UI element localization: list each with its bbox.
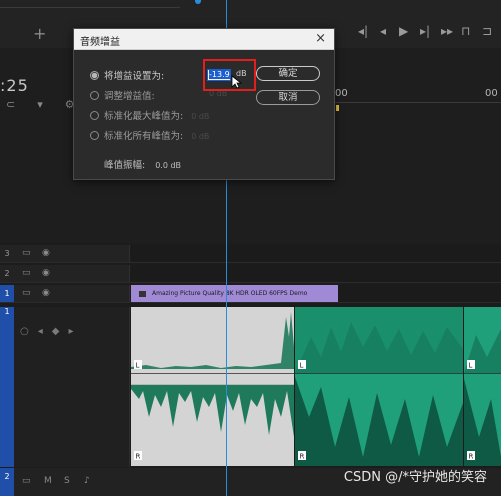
eye-icon[interactable]: ◉ <box>42 268 50 278</box>
mic-icon[interactable]: ♪ <box>84 476 90 486</box>
eye-icon[interactable]: ◉ <box>42 248 50 258</box>
add-icon[interactable]: + <box>33 24 46 43</box>
film-icon[interactable]: ▭ <box>22 288 31 298</box>
ruler-line <box>335 102 501 103</box>
track-header: 3 ▭ ◉ <box>0 245 130 262</box>
track-lane[interactable] <box>131 245 501 262</box>
track-lane[interactable] <box>131 265 501 282</box>
clip-title: Amazing Picture Quality 8K HDR OLED 60FP… <box>152 290 308 297</box>
track-row-v2: 2 ▭ ◉ <box>0 265 501 283</box>
film-icon[interactable]: ▭ <box>22 268 31 278</box>
mute-icon[interactable]: M <box>44 476 52 486</box>
track-label[interactable]: 1 <box>0 285 14 302</box>
fx-badge-icon <box>139 290 146 297</box>
eye-icon[interactable]: ◉ <box>42 288 50 298</box>
track-label[interactable]: 2 <box>0 265 14 282</box>
track-label[interactable]: 2 <box>0 468 14 496</box>
cancel-button[interactable]: 取消 <box>256 90 320 105</box>
dialog-title: 音频增益 <box>80 37 120 48</box>
snap-icon[interactable]: ⊂ <box>6 98 15 111</box>
channel-label: R <box>469 453 474 461</box>
keyframe-icon[interactable]: ○ <box>20 326 29 337</box>
channel-label: L <box>136 362 140 370</box>
peak-amplitude: 峰值振幅: 0.0 dB <box>104 157 181 171</box>
audio-clips[interactable]: L R L R L R <box>131 307 501 467</box>
film-icon[interactable]: ▭ <box>22 476 31 486</box>
audio-track-controls: ○ ◂ ◆ ▸ <box>20 326 74 337</box>
peak-label: 峰值振幅: <box>104 160 146 171</box>
ruler-label: 00 <box>485 88 498 99</box>
prev-keyframe-icon[interactable]: ◂ <box>38 326 43 337</box>
step-forward-icon[interactable]: ▸| <box>420 24 430 38</box>
marker-icon[interactable]: ▾ <box>37 98 43 111</box>
radio-icon[interactable] <box>90 131 99 140</box>
option-value: 0 dB <box>191 132 210 141</box>
radio-icon[interactable] <box>90 91 99 100</box>
in-point-marker <box>336 105 339 111</box>
highlight-annotation <box>203 59 256 91</box>
solo-icon[interactable]: S <box>64 476 70 486</box>
overwrite-icon[interactable]: ⊐ <box>482 24 492 38</box>
timeline-tools: ⊂ ▾ ⚙ <box>6 98 75 111</box>
insert-icon[interactable]: ⊓ <box>461 24 470 38</box>
track-header: 2 ▭ ◉ <box>0 265 130 282</box>
add-keyframe-icon[interactable]: ◆ <box>52 326 60 337</box>
option-label: 标准化最大峰值为: <box>104 111 184 122</box>
track-label[interactable]: 3 <box>0 245 14 262</box>
option-label: 将增益设置为: <box>104 71 165 82</box>
mini-ruler <box>0 0 180 8</box>
channel-label: L <box>469 362 473 370</box>
audio-gain-dialog: 音频增益 × 将增益设置为: 调整增益值: 标准化最大峰值为: 0 dB 标准化所… <box>73 28 335 180</box>
option-normalize-all[interactable]: 标准化所有峰值为: 0 dB <box>90 128 209 142</box>
premiere-window: + ◂| ◂ ▶ ▸| ▸▸ ⊓ ⊐ :25 ⊂ ▾ ⚙ 00 00 3 ▭ ◉… <box>0 0 501 496</box>
ok-button[interactable]: 确定 <box>256 66 320 81</box>
timeline-timecode[interactable]: :25 <box>0 76 29 95</box>
option-label: 调整增益值: <box>104 91 155 102</box>
step-back-icon[interactable]: ◂ <box>380 24 386 38</box>
option-adjust-gain[interactable]: 调整增益值: <box>90 88 155 102</box>
channel-label: R <box>300 453 305 461</box>
peak-value: 0.0 dB <box>155 161 182 170</box>
option-normalize-max[interactable]: 标准化最大峰值为: 0 dB <box>90 108 209 122</box>
next-keyframe-icon[interactable]: ▸ <box>68 326 73 337</box>
play-icon[interactable]: ▶ <box>399 24 408 38</box>
ruler-label: 00 <box>335 88 348 99</box>
video-clip[interactable]: Amazing Picture Quality 8K HDR OLED 60FP… <box>131 285 338 302</box>
channel-label: R <box>136 453 141 461</box>
mark-in-icon[interactable]: ◂| <box>358 24 368 38</box>
watermark: CSDN @/*守护她的笑容 <box>343 470 487 485</box>
radio-selected-icon[interactable] <box>90 71 99 80</box>
track-row-v3: 3 ▭ ◉ <box>0 245 501 263</box>
channel-label: L <box>300 362 304 370</box>
playhead-marker-top[interactable] <box>195 0 201 4</box>
film-icon[interactable]: ▭ <box>22 248 31 258</box>
radio-icon[interactable] <box>90 111 99 120</box>
track-header: 1 ▭ ◉ <box>0 285 130 302</box>
option-set-gain[interactable]: 将增益设置为: <box>90 68 164 82</box>
track-label[interactable]: 1 <box>0 307 14 467</box>
option-value: 0 dB <box>191 112 210 121</box>
dialog-titlebar[interactable]: 音频增益 × <box>74 29 334 50</box>
close-icon[interactable]: × <box>315 31 326 46</box>
option-label: 标准化所有峰值为: <box>104 131 184 142</box>
go-to-out-icon[interactable]: ▸▸ <box>441 24 453 38</box>
